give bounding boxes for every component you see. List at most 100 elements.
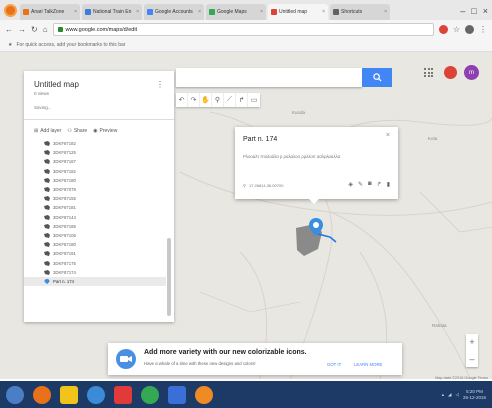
hand-icon[interactable]: ✋ <box>200 93 212 107</box>
sidebar-scrollbar[interactable] <box>167 238 171 316</box>
browser-tab[interactable]: Anari TalkZone × <box>20 4 80 20</box>
list-item[interactable]: 3DKF87175 <box>24 258 166 267</box>
forward-icon[interactable]: → <box>18 25 26 34</box>
close-tab-icon[interactable]: × <box>136 9 139 15</box>
redo-icon[interactable]: ↷ <box>188 93 200 107</box>
start-icon[interactable] <box>6 385 24 404</box>
learn-more-button[interactable]: LEARN MORE <box>354 362 382 367</box>
home-icon[interactable]: ⌂ <box>43 25 48 34</box>
close-tab-icon[interactable]: × <box>198 9 201 15</box>
apps-grid-icon[interactable] <box>424 68 433 77</box>
list-item[interactable]: 3DKF87180 <box>24 240 166 249</box>
clock[interactable]: 5:20 PM 26-12-2016 <box>463 389 486 401</box>
feature-description: Ρλοοαλτ πτολοάλα ρ ραλαλοσ ρρλλοπ ααλρλα… <box>243 154 341 159</box>
list-item[interactable]: 3DKF87174 <box>24 268 166 277</box>
list-item-label: 3DKF87174 <box>53 269 76 275</box>
notifications-icon[interactable] <box>444 66 457 79</box>
list-item[interactable]: 3DKF87106 <box>24 231 166 240</box>
avatar[interactable]: m <box>464 65 479 80</box>
bookmarks-apps-icon[interactable]: ★ <box>8 42 12 48</box>
list-item[interactable]: 3DKF87180 <box>24 176 166 185</box>
map-pin-icon <box>44 278 50 284</box>
polygon-icon <box>44 251 50 257</box>
search-button[interactable] <box>362 68 392 87</box>
browser-tab-active[interactable]: Untitled map × <box>268 4 328 20</box>
browser-tab[interactable]: Shortcuts × <box>330 4 390 20</box>
preview-button[interactable]: ◉ Preview <box>93 128 117 134</box>
list-item[interactable]: 3DKF87191 <box>24 249 166 258</box>
list-item[interactable]: 3DKF87187 <box>24 157 166 166</box>
close-tab-icon[interactable]: × <box>384 9 387 15</box>
polygon-icon <box>44 196 50 202</box>
browser-tab[interactable]: Google Maps × <box>206 4 266 20</box>
list-item-label: 3DKF87106 <box>53 232 76 238</box>
back-icon[interactable]: ← <box>5 25 13 34</box>
url-input[interactable]: www.google.com/maps/d/edit <box>52 23 434 36</box>
banner-subtitle: Have a whale of a time with these new de… <box>144 361 256 366</box>
draw-line-icon[interactable]: ⟋ <box>224 93 236 107</box>
minimize-icon[interactable]: – <box>460 6 465 16</box>
list-item[interactable]: 3DKF87181 <box>24 203 166 212</box>
app-icon[interactable] <box>195 385 213 404</box>
list-item[interactable]: 3DKF87125 <box>24 148 166 157</box>
style-icon[interactable]: ◈ <box>348 181 353 188</box>
network-icon[interactable]: ◢ <box>448 392 451 398</box>
add-layer-button[interactable]: ⊞ Add layer <box>34 128 61 134</box>
close-icon[interactable]: × <box>386 132 390 139</box>
list-item[interactable]: 3DKF87185 <box>24 222 166 231</box>
location-icon: ⚲ <box>243 183 246 188</box>
list-item[interactable]: 3DKF87182 <box>24 167 166 176</box>
firefox-icon[interactable] <box>33 385 51 404</box>
list-item[interactable]: 3DKF87155 <box>24 194 166 203</box>
close-window-icon[interactable]: × <box>483 6 488 16</box>
directions-icon[interactable]: ↱ <box>377 181 382 188</box>
extension-icon[interactable] <box>438 25 448 34</box>
list-item-label: 3DKF87155 <box>53 196 76 202</box>
list-item-label: Part n. 174 <box>53 278 75 284</box>
browser-logo-icon <box>4 4 17 17</box>
camera-icon[interactable]: ◙ <box>368 181 372 188</box>
add-marker-icon[interactable]: ⚲ <box>212 93 224 107</box>
word-icon[interactable] <box>168 385 186 404</box>
star-icon[interactable]: ☆ <box>453 25 460 34</box>
save-status: Saving... <box>34 105 52 110</box>
more-options-icon[interactable]: ⋮ <box>156 80 164 89</box>
list-item[interactable]: 3DKF87182 <box>24 139 166 148</box>
edit-icon[interactable]: ✎ <box>358 181 363 188</box>
zoom-controls: + – <box>466 334 478 367</box>
tray-arrow-icon[interactable]: ▴ <box>442 392 444 398</box>
profile-icon[interactable] <box>465 25 474 34</box>
zoom-out-icon[interactable]: – <box>469 354 474 364</box>
directions-icon[interactable]: ↱ <box>236 93 248 107</box>
close-tab-icon[interactable]: × <box>260 9 263 15</box>
map-pin-icon[interactable] <box>309 218 323 236</box>
chrome-icon[interactable] <box>141 385 159 404</box>
list-item[interactable]: 3DKF87078 <box>24 185 166 194</box>
browser-tab[interactable]: National Train En × <box>82 4 142 20</box>
browser-tab[interactable]: Google Accounts × <box>144 4 204 20</box>
pdf-icon[interactable] <box>114 385 132 404</box>
got-it-button[interactable]: GOT IT <box>327 362 341 367</box>
zoom-in-icon[interactable]: + <box>469 337 474 347</box>
measure-icon[interactable]: ▭ <box>248 93 260 107</box>
polygon-icon <box>44 205 50 211</box>
list-item[interactable]: Part n. 174 <box>24 276 166 286</box>
share-button[interactable]: ⚇ Share <box>67 128 87 134</box>
map-title[interactable]: Untitled map <box>34 80 79 89</box>
delete-icon[interactable]: ▮ <box>387 181 390 188</box>
window-controls: – □ × <box>456 6 492 20</box>
search-input[interactable] <box>176 68 362 87</box>
list-item[interactable]: 3DKF87144 <box>24 213 166 222</box>
folder-icon[interactable] <box>60 385 78 404</box>
undo-icon[interactable]: ↶ <box>176 93 188 107</box>
maximize-icon[interactable]: □ <box>471 6 476 16</box>
list-item-label: 3DKF87182 <box>53 168 76 174</box>
reload-icon[interactable]: ↻ <box>31 25 38 34</box>
close-tab-icon[interactable]: × <box>322 9 325 15</box>
menu-icon[interactable]: ⋮ <box>479 25 487 34</box>
media-player-icon[interactable] <box>87 385 105 404</box>
close-tab-icon[interactable]: × <box>74 9 77 15</box>
volume-icon[interactable]: ◁ <box>456 392 459 398</box>
list-item-label: 3DKF87187 <box>53 159 76 165</box>
map-attribution[interactable]: Map data ©2016 Google Terms <box>435 376 488 380</box>
